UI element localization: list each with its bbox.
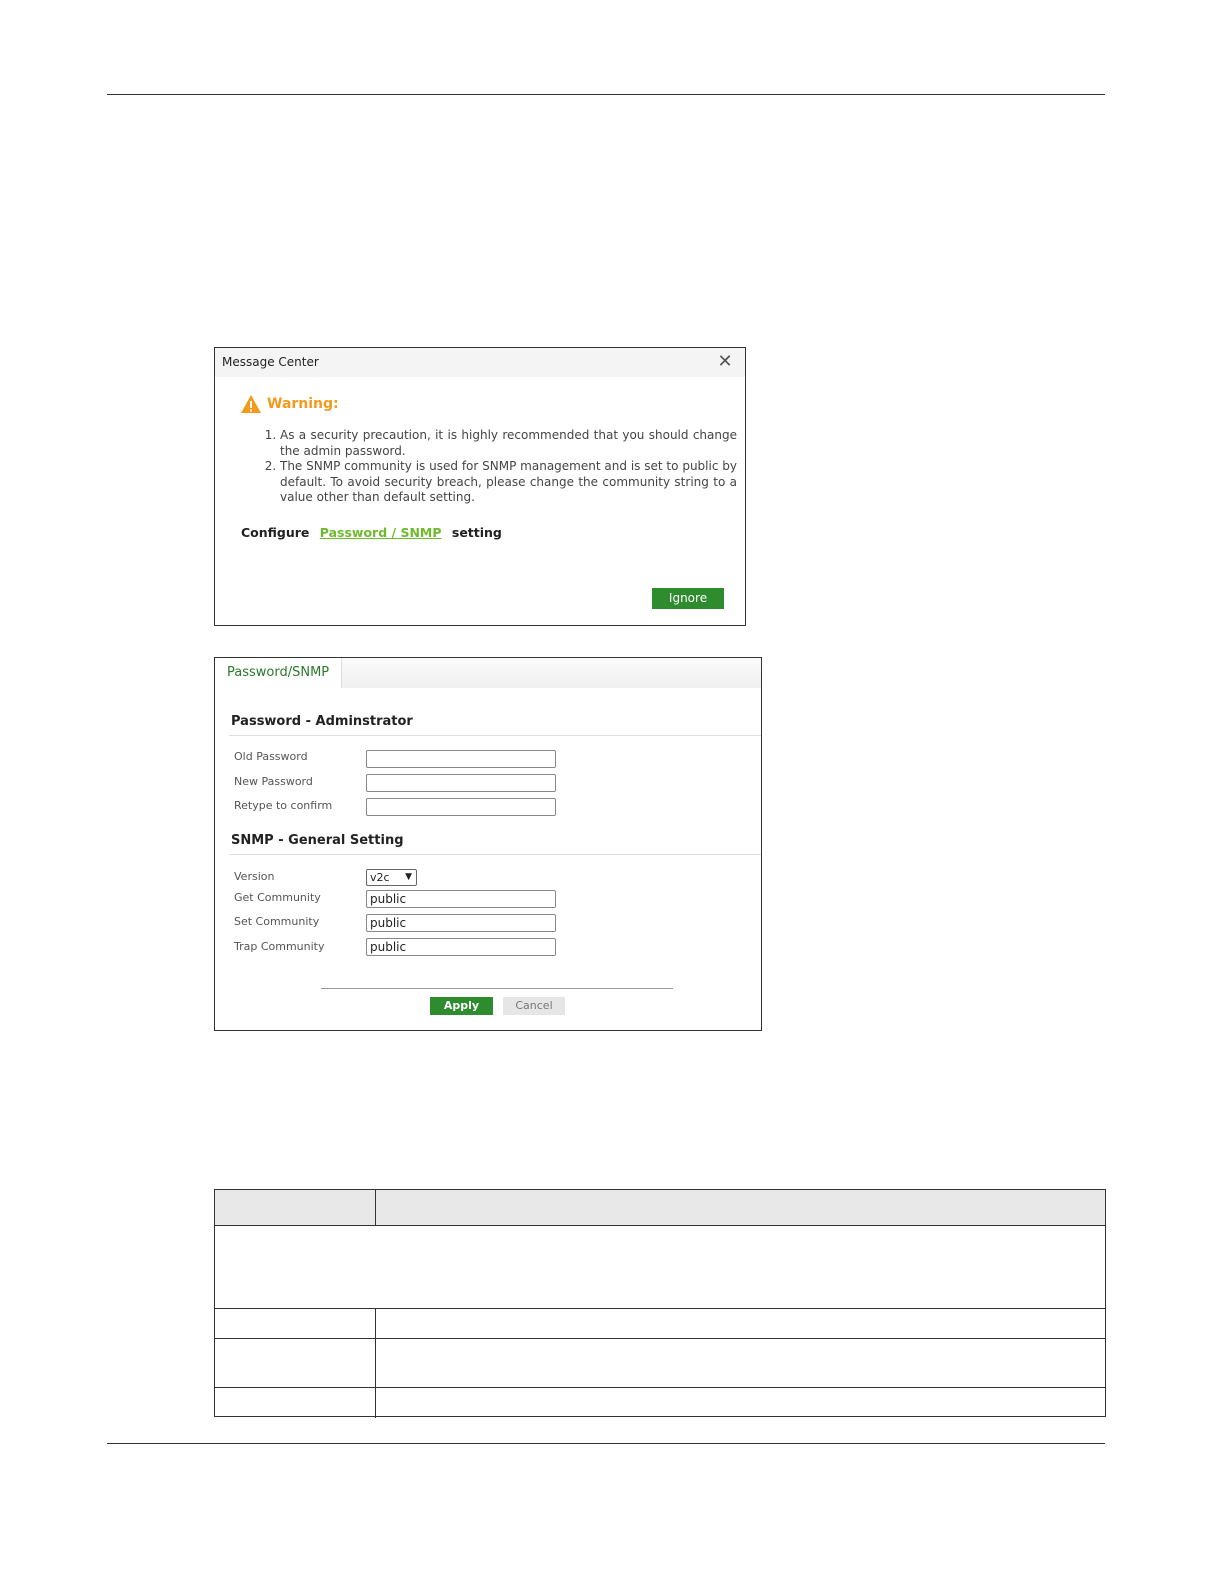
header-rule: [107, 94, 1105, 95]
dialog-title: Message Center: [222, 355, 319, 369]
configure-suffix: setting: [451, 525, 502, 540]
retype-password-input[interactable]: [366, 798, 556, 816]
password-snmp-panel: Password/SNMP Password - Adminstrator Ol…: [214, 657, 762, 1031]
configure-prefix: Configure: [241, 525, 310, 540]
tab-bar: Password/SNMP: [215, 658, 761, 688]
section-divider: [229, 854, 761, 855]
warning-item: The SNMP community is used for SNMP mana…: [280, 459, 737, 506]
warning-heading: Warning:: [240, 394, 339, 414]
get-community-input[interactable]: [366, 890, 556, 908]
version-value: v2c: [370, 871, 390, 884]
section-divider: [229, 735, 761, 736]
table-row-divider: [215, 1338, 1105, 1339]
set-community-input[interactable]: [366, 914, 556, 932]
close-icon[interactable]: ✕: [715, 352, 735, 372]
ignore-button[interactable]: Ignore: [652, 588, 724, 609]
version-label: Version: [234, 870, 275, 883]
set-community-label: Set Community: [234, 915, 320, 928]
old-password-input[interactable]: [366, 750, 556, 768]
warning-triangle-icon: [241, 395, 261, 413]
table-row-divider: [215, 1387, 1105, 1388]
get-community-label: Get Community: [234, 891, 321, 904]
old-password-label: Old Password: [234, 750, 308, 763]
footer-divider: [321, 988, 673, 989]
warning-label: Warning:: [267, 396, 339, 412]
footer-rule: [107, 1443, 1105, 1444]
password-snmp-link[interactable]: Password / SNMP: [320, 525, 442, 540]
chevron-down-icon: ▼: [405, 872, 412, 882]
new-password-label: New Password: [234, 775, 313, 788]
dialog-header: Message Center ✕: [215, 348, 745, 377]
warning-item: As a security precaution, it is highly r…: [280, 428, 737, 459]
trap-community-label: Trap Community: [234, 940, 325, 953]
message-center-dialog: Message Center ✕ Warning: As a security …: [214, 347, 746, 626]
table-column-divider: [375, 1190, 376, 1226]
admin-section-title: Password - Adminstrator: [231, 714, 413, 729]
apply-button[interactable]: Apply: [430, 997, 493, 1015]
tab-password-snmp[interactable]: Password/SNMP: [215, 658, 343, 688]
configure-row: Configure Password / SNMP setting: [241, 525, 502, 540]
version-select[interactable]: v2c ▼: [366, 869, 417, 886]
warning-list: As a security precaution, it is highly r…: [265, 428, 737, 506]
table-column-divider: [375, 1308, 376, 1418]
retype-password-label: Retype to confirm: [234, 799, 333, 812]
new-password-input[interactable]: [366, 774, 556, 792]
table-header: [215, 1190, 1105, 1226]
description-table: [214, 1189, 1106, 1418]
table-row-divider: [215, 1308, 1105, 1309]
cancel-button[interactable]: Cancel: [503, 997, 565, 1015]
trap-community-input[interactable]: [366, 938, 556, 956]
snmp-section-title: SNMP - General Setting: [231, 833, 404, 848]
